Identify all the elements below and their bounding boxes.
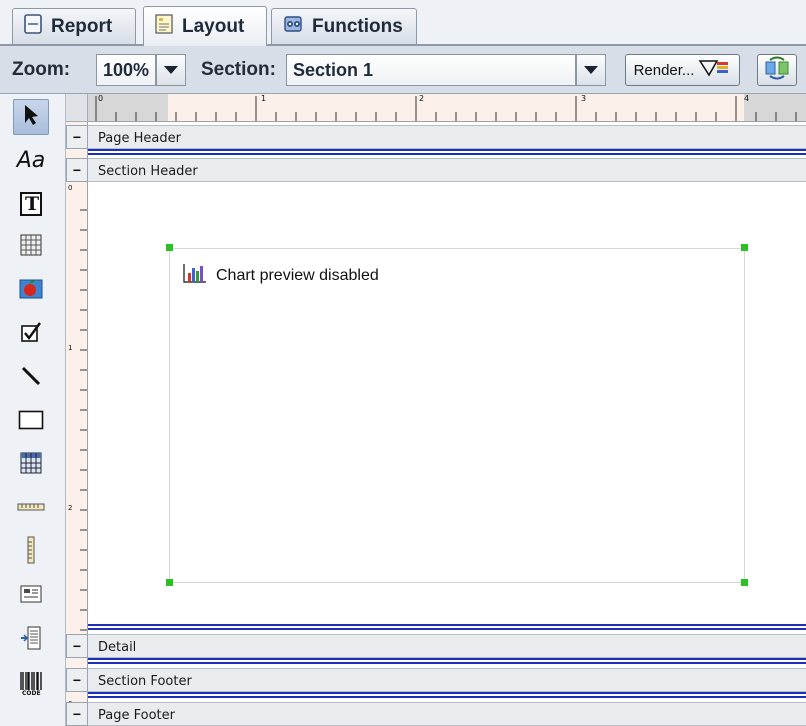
tab-report-label: Report xyxy=(51,15,113,37)
collapse-page-footer-button[interactable]: − xyxy=(66,702,88,726)
chart-placeholder: Chart preview disabled xyxy=(182,262,379,289)
barcode-tool-icon: CODE xyxy=(20,671,42,697)
zoom-dropdown-button[interactable] xyxy=(156,54,186,86)
h-ruler-number-3: 3 xyxy=(581,94,587,103)
render-button[interactable]: Render... xyxy=(625,54,740,86)
tab-bar: Report Layout Functions xyxy=(0,0,806,46)
report-icon xyxy=(23,13,43,41)
zoom-label: Zoom: xyxy=(12,59,71,80)
tab-functions[interactable]: Functions xyxy=(271,8,417,44)
v-ruler-number-d: 2 xyxy=(68,504,73,512)
band-page-header[interactable]: − Page Header xyxy=(66,125,806,149)
pointer-tool[interactable] xyxy=(13,99,49,135)
band-section-header[interactable]: − Section Header xyxy=(66,158,806,182)
text-field-tool[interactable]: T xyxy=(13,186,49,222)
band-page-footer-label: Page Footer xyxy=(98,708,175,723)
line-tool[interactable] xyxy=(13,360,49,396)
band-section-header-label: Section Header xyxy=(98,164,198,179)
barcode-tool[interactable]: CODE xyxy=(13,666,49,702)
line-tool-icon xyxy=(20,365,42,392)
section-value: Section 1 xyxy=(293,60,374,80)
horizontal-ruler: 0 1 2 3 4 xyxy=(88,94,806,122)
collapse-section-header-button[interactable]: − xyxy=(66,158,88,182)
layout-icon xyxy=(154,13,174,41)
table-tool[interactable] xyxy=(13,447,49,483)
zoom-combo[interactable]: 100% xyxy=(96,54,156,86)
selection-handle-bottom-right[interactable] xyxy=(741,579,748,586)
vertical-bar-tool[interactable] xyxy=(13,534,49,570)
section-combo[interactable]: Section 1 xyxy=(286,54,576,86)
chevron-down-icon xyxy=(164,66,178,74)
report-design-canvas[interactable]: − Page Header − Section Header Chart pre… xyxy=(66,122,806,726)
section-label: Section: xyxy=(201,59,276,80)
collapse-page-header-button[interactable]: − xyxy=(66,125,88,149)
v-ruler-number-b: 0 xyxy=(68,184,73,192)
barcode-caption: CODE xyxy=(22,690,41,697)
chevron-down-icon xyxy=(584,66,598,74)
pointer-tool-icon xyxy=(21,103,41,132)
text-field-tool-icon: T xyxy=(20,192,42,216)
band-separator[interactable] xyxy=(88,149,806,156)
ruler-corner xyxy=(66,94,88,122)
render-icon xyxy=(697,58,731,82)
h-ruler-number-1: 1 xyxy=(261,94,267,103)
rectangle-tool-icon xyxy=(18,409,44,436)
section-dropdown-button[interactable] xyxy=(576,54,606,86)
checkbox-tool-icon xyxy=(20,321,42,348)
rectangle-tool[interactable] xyxy=(13,404,49,440)
chart-element[interactable]: Chart preview disabled xyxy=(169,248,745,583)
selection-handle-bottom-left[interactable] xyxy=(166,579,173,586)
refresh-button[interactable] xyxy=(757,54,797,86)
table-grid-tool-icon xyxy=(20,234,42,261)
chart-preview-label: Chart preview disabled xyxy=(216,266,379,284)
render-button-label: Render... xyxy=(633,61,695,79)
horizontal-bar-tool-icon xyxy=(17,500,45,518)
h-ruler-number-0: 0 xyxy=(98,94,104,103)
image-tool[interactable] xyxy=(13,273,49,309)
horizontal-ruler-ticks xyxy=(95,96,797,121)
v-ruler-number-c: 1 xyxy=(68,344,73,352)
zoom-value: 100% xyxy=(103,60,150,80)
band-detail[interactable]: − Detail xyxy=(66,634,806,658)
band-section-footer-label: Section Footer xyxy=(98,674,192,689)
tab-layout-label: Layout xyxy=(182,15,245,37)
element-palette: Aa T CODE xyxy=(0,94,66,726)
collapse-section-footer-button[interactable]: − xyxy=(66,668,88,692)
collapse-detail-button[interactable]: − xyxy=(66,634,88,658)
subreport-tool-icon xyxy=(20,584,42,609)
selection-handle-top-left[interactable] xyxy=(166,244,173,251)
subreport-tool[interactable] xyxy=(13,578,49,614)
band-separator[interactable] xyxy=(88,624,806,631)
refresh-icon xyxy=(764,56,790,84)
text-field-tool-glyph: T xyxy=(25,193,40,215)
horizontal-bar-tool[interactable] xyxy=(13,491,49,527)
chart-icon xyxy=(182,262,208,289)
tab-layout[interactable]: Layout xyxy=(143,6,267,46)
page-break-tool[interactable] xyxy=(13,622,49,658)
table-tool-icon xyxy=(20,452,42,479)
h-ruler-number-4: 4 xyxy=(744,94,750,103)
band-separator[interactable] xyxy=(88,692,806,699)
image-tool-icon xyxy=(19,279,43,304)
vertical-bar-tool-icon xyxy=(25,536,37,569)
checkbox-tool[interactable] xyxy=(13,316,49,352)
label-tool-icon: Aa xyxy=(16,147,46,173)
tab-report[interactable]: Report xyxy=(12,8,136,44)
toolbar: Zoom: 100% Section: Section 1 Render... xyxy=(0,46,806,94)
band-page-header-label: Page Header xyxy=(98,131,181,146)
functions-icon xyxy=(282,13,304,41)
tab-functions-label: Functions xyxy=(312,15,403,37)
page-break-tool-icon xyxy=(20,626,42,655)
label-tool[interactable]: Aa xyxy=(13,142,49,178)
band-section-footer[interactable]: − Section Footer xyxy=(66,668,806,692)
band-separator[interactable] xyxy=(88,658,806,665)
selection-handle-top-right[interactable] xyxy=(741,244,748,251)
band-page-footer[interactable]: − Page Footer xyxy=(66,702,806,726)
band-detail-label: Detail xyxy=(98,640,137,655)
table-grid-tool[interactable] xyxy=(13,229,49,265)
h-ruler-number-2: 2 xyxy=(419,94,425,103)
